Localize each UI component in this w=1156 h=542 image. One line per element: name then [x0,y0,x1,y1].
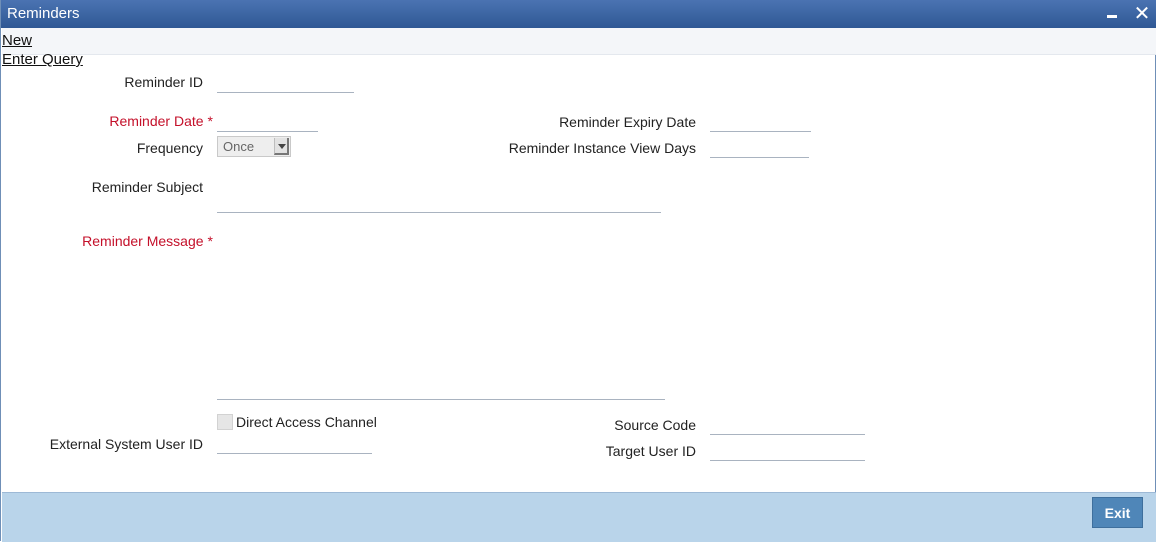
reminder-id-label: Reminder ID [124,74,203,90]
required-marker: * [207,113,213,129]
reminders-window: Reminders ✕ New Enter Query Reminder ID … [0,0,1156,542]
reminder-expiry-date-label: Reminder Expiry Date [559,114,696,130]
required-marker: * [207,233,213,249]
target-user-id-input[interactable] [710,440,865,461]
title-bar: Reminders ✕ [1,0,1156,28]
direct-access-channel-label: Direct Access Channel [236,414,377,430]
footer-bar [2,492,1156,542]
source-code-input[interactable] [710,414,865,435]
frequency-label: Frequency [136,140,203,156]
source-code-label: Source Code [614,417,696,433]
reminder-subject-input[interactable] [217,192,661,213]
reminder-id-input[interactable] [217,72,354,93]
reminder-date-input[interactable] [217,111,318,132]
reminder-date-label-text: Reminder Date [109,113,204,129]
minimize-icon[interactable] [1102,4,1122,24]
external-system-user-id-input[interactable] [217,433,372,454]
reminder-subject-label: Reminder Subject [91,179,203,195]
new-link[interactable]: New [2,32,32,49]
close-icon[interactable]: ✕ [1132,4,1152,24]
menu-strip [2,28,1156,55]
reminder-message-textarea[interactable] [217,232,665,400]
direct-access-channel-checkbox[interactable] [217,414,233,430]
dropdown-arrow-icon[interactable] [274,138,289,155]
window-title: Reminders [7,5,80,22]
enter-query-link[interactable]: Enter Query [2,51,83,68]
reminder-expiry-date-input[interactable] [710,111,811,132]
reminder-message-label-text: Reminder Message [82,233,204,249]
reminder-instance-view-days-label: Reminder Instance View Days [508,140,696,156]
target-user-id-label: Target User ID [605,443,696,459]
reminder-date-label: Reminder Date * [109,113,213,129]
frequency-selected-value: Once [223,139,255,154]
frequency-select[interactable]: Once [217,136,291,157]
external-system-user-id-label: External System User ID [49,436,203,452]
reminder-message-label: Reminder Message * [82,233,213,249]
exit-button[interactable]: Exit [1092,497,1143,528]
reminder-instance-view-days-input[interactable] [710,137,809,158]
